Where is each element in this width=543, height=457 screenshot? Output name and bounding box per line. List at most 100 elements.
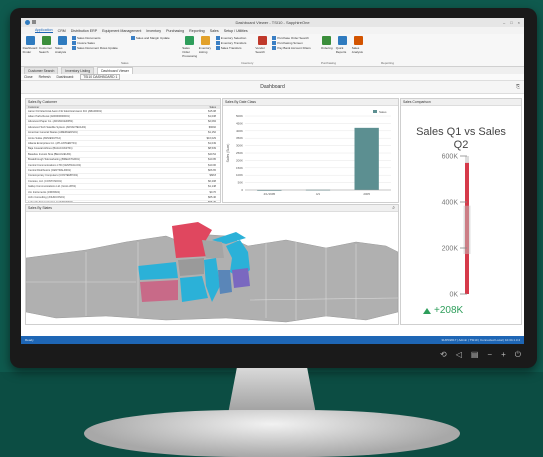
menu-item-purchasing[interactable]: Purchasing bbox=[166, 29, 184, 33]
customer-sales: $1,038 bbox=[208, 115, 216, 119]
sales-order-processing-button[interactable]: Sales Order Processing bbox=[182, 36, 197, 58]
group-caption-sales: Sales bbox=[121, 61, 129, 65]
state-ohio[interactable] bbox=[232, 268, 250, 288]
vendor-search-button[interactable]: Vendor Search bbox=[255, 36, 269, 54]
customer-name: Advanced Tech Satellite System (ADVANTEC… bbox=[28, 125, 87, 129]
column-header-customer[interactable]: Customer bbox=[26, 106, 168, 109]
x-tick-label: 4/1/1995 bbox=[263, 192, 275, 196]
link-icon bbox=[130, 36, 135, 40]
monitor-control-icon[interactable]: ⟲ bbox=[440, 350, 447, 360]
link-icon bbox=[215, 46, 220, 50]
ribbon-link[interactable]: Sales and Margin Update bbox=[130, 36, 170, 40]
column-header-sales[interactable]: Sales bbox=[168, 106, 218, 109]
ribbon-link[interactable]: Invoice Sales bbox=[72, 41, 118, 45]
sales-bar-chart: 0 50K 100K 150K 200K 250K 300K 350K 400K 450K 500K… bbox=[226, 110, 391, 196]
y-tick-label: 100K bbox=[236, 173, 243, 177]
ribbon-link[interactable]: Inventory Selection bbox=[215, 36, 247, 40]
export-icon[interactable]: ⎘ bbox=[516, 84, 520, 90]
ribbon-link[interactable]: Purchase Order Search bbox=[272, 36, 310, 40]
bar-2[interactable] bbox=[354, 127, 379, 190]
sales-analysis-button[interactable]: Sales Analysis bbox=[55, 36, 69, 54]
menu-item-application[interactable]: Application bbox=[35, 28, 53, 33]
tab-dashboard-viewer[interactable]: Dashboard Viewer bbox=[97, 67, 133, 74]
menu-item-distribution-erp[interactable]: Distribution ERP bbox=[71, 29, 97, 33]
customer-name: Contoso, Ltd. (CONTOSO01) bbox=[28, 179, 62, 183]
document-tabs: Customer Search Inventory Listing Dashboar… bbox=[21, 67, 524, 74]
monitor-control-icon[interactable]: ⏻ bbox=[515, 350, 521, 360]
y-tick-label: 250K bbox=[236, 151, 243, 155]
customer-icon bbox=[41, 36, 51, 45]
ribbon-link[interactable]: Inventory Transfers bbox=[215, 41, 246, 45]
customer-sales: $1,152 bbox=[208, 131, 216, 135]
button-label: Sales Analysis bbox=[351, 46, 363, 54]
customer-name: Central Communications LTD (CENTRALC01) bbox=[28, 163, 82, 167]
y-tick-label: 400K bbox=[236, 129, 243, 133]
quick-reports-button[interactable]: Quick Reports bbox=[336, 36, 350, 54]
sales-analysis-button[interactable]: Sales Analysis bbox=[352, 36, 366, 54]
dashboard-finder-button[interactable]: Dashboard Finder bbox=[23, 36, 37, 54]
customer-sales: $10.95 bbox=[208, 158, 216, 162]
refresh-button[interactable]: Refresh bbox=[39, 75, 51, 79]
ribbon-link-label: Sales Transfers bbox=[220, 46, 242, 50]
customer-sales: $6092 bbox=[208, 125, 216, 129]
window-title: Dashboard Viewer - TSI10 - SapphireOne bbox=[235, 20, 310, 25]
tab-inventory-listing[interactable]: Inventory Listing bbox=[61, 67, 95, 74]
close-dashboard-button[interactable]: Close bbox=[24, 75, 33, 79]
menu-item-crm[interactable]: CRM bbox=[58, 29, 66, 33]
tab-customer-search[interactable]: Customer Search bbox=[24, 67, 59, 74]
ribbon-link-label: Sales and Margin Update bbox=[135, 36, 170, 40]
menu-item-equipment-management[interactable]: Equipment Management bbox=[102, 29, 141, 33]
customer-sales: $1,049 bbox=[208, 142, 216, 146]
kpi-value: +208K bbox=[434, 305, 464, 316]
customer-name: Baja Coastal Airlines (BAJACOAST01) bbox=[28, 147, 73, 151]
menu-item-sales[interactable]: Sales bbox=[210, 29, 219, 33]
gauge-tick-label: 0K bbox=[449, 292, 458, 299]
link-icon bbox=[215, 41, 220, 45]
ribbon-link-label: Sales Documents bbox=[77, 36, 101, 40]
monitor-stand-base bbox=[84, 410, 460, 457]
ribbon-link[interactable]: Sales Documents bbox=[72, 36, 118, 40]
customer-name: Adam Parfa Renat (AD0000000001) bbox=[28, 115, 70, 119]
monitor-control-icon[interactable]: − bbox=[487, 350, 492, 360]
monitor-control-icon[interactable]: + bbox=[501, 350, 506, 360]
ribbon-link[interactable]: Sales Transfers bbox=[215, 46, 247, 50]
state-iowa[interactable] bbox=[178, 258, 204, 276]
menu-item-reporting[interactable]: Reporting bbox=[189, 29, 205, 33]
monitor-control-icon[interactable]: ◁ bbox=[456, 350, 462, 360]
customer-name: Jim Instruments (JIMINS01) bbox=[28, 190, 61, 194]
y-tick-label: 300K bbox=[236, 144, 243, 148]
zoom-icon[interactable]: ⌕ bbox=[392, 205, 395, 211]
ribbon-link[interactable]: Sales Document Rows Update bbox=[72, 46, 118, 50]
customer-name: John Consulting (JOHNCON01) bbox=[28, 195, 65, 199]
sales-links: Sales Documents Invoice Sales Sales Docume… bbox=[72, 36, 118, 50]
state-kansas[interactable] bbox=[140, 280, 178, 302]
link-icon bbox=[72, 41, 76, 45]
button-label: Customer Search bbox=[39, 46, 53, 54]
sales-icon bbox=[57, 36, 67, 45]
monitor-control-icon[interactable]: ▤ bbox=[471, 350, 479, 360]
y-tick-label: 150K bbox=[236, 166, 243, 170]
us-states-map[interactable] bbox=[25, 212, 399, 324]
state-indiana[interactable] bbox=[218, 270, 232, 294]
link-icon bbox=[272, 41, 277, 45]
customer-sales: $40.54 bbox=[208, 152, 216, 156]
customer-name: Lakeside Telemarketing (LAKESIDE01) bbox=[28, 201, 74, 203]
customer-search-button[interactable]: Customer Search bbox=[39, 36, 53, 54]
inventory-listing-button[interactable]: Inventory Listing bbox=[199, 36, 213, 58]
ribbon-link[interactable]: Purchasing Screen bbox=[272, 41, 310, 45]
menu-item-inventory[interactable]: Inventory bbox=[146, 29, 161, 33]
ribbon-link-label: Purchasing Screen bbox=[277, 41, 303, 45]
menu-item-setup-utilities[interactable]: Setup / Utilities bbox=[224, 29, 248, 33]
panel-title: Sales By States bbox=[26, 205, 398, 212]
kpi-gauge: 600K 400K 200K 0K bbox=[442, 154, 471, 299]
table-row[interactable]: Lakeside Telemarketing (LAKESIDE01) $55.4… bbox=[26, 201, 220, 203]
ribbon-tabs: Application CRM Distribution ERP Equipment … bbox=[21, 27, 524, 34]
button-label: Inventory Listing bbox=[198, 46, 212, 54]
group-caption-inventory: Inventory bbox=[241, 61, 254, 65]
dashboard-select[interactable]: TSI10 DASHBOARD 1 bbox=[80, 74, 121, 80]
customer-sales: $16,029 bbox=[206, 136, 216, 140]
customer-sales: $06.65 bbox=[208, 168, 216, 172]
ordering-button[interactable]: Ordering bbox=[320, 36, 334, 54]
ribbon-link[interactable]: Pay Bank Account Filters bbox=[272, 46, 311, 50]
gauge-delta bbox=[463, 205, 471, 254]
